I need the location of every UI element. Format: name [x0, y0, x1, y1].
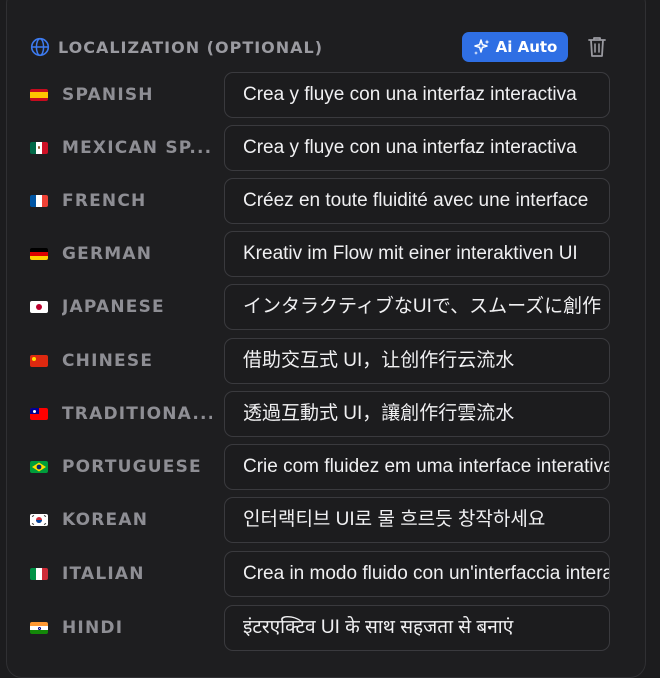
- language-label: GERMAN: [62, 244, 153, 264]
- localization-row-korean: KOREAN 인터랙티브 UI로 물 흐르듯 창작하세요: [0, 497, 660, 543]
- translation-input[interactable]: Crea y fluye con una interfaz interactiv…: [224, 125, 610, 171]
- language-label: JAPANESE: [62, 297, 165, 317]
- translation-input[interactable]: 借助交互式 UI，让创作行云流水: [224, 338, 610, 384]
- taiwan-flag-icon: [30, 408, 48, 420]
- localization-row-spanish: SPANISH Crea y fluye con una interfaz in…: [0, 72, 660, 118]
- germany-flag-icon: [30, 248, 48, 260]
- korea-flag-icon: [30, 514, 48, 526]
- localization-row-italian: ITALIAN Crea in modo fluido con un'inter…: [0, 551, 660, 597]
- translation-input[interactable]: Crea in modo fluido con un'interfaccia i…: [224, 551, 610, 597]
- translation-input[interactable]: 인터랙티브 UI로 물 흐르듯 창작하세요: [224, 497, 610, 543]
- localization-row-german: GERMAN Kreativ im Flow mit einer interak…: [0, 231, 660, 277]
- spain-flag-icon: [30, 89, 48, 101]
- china-flag-icon: [30, 355, 48, 367]
- italy-flag-icon: [30, 568, 48, 580]
- localization-row-chinese: CHINESE 借助交互式 UI，让创作行云流水: [0, 338, 660, 384]
- localization-row-traditional-chinese: TRADITIONA... 透過互動式 UI，讓創作行雲流水: [0, 391, 660, 437]
- trash-icon[interactable]: [585, 34, 609, 60]
- mexico-flag-icon: [30, 142, 48, 154]
- language-label: ITALIAN: [62, 564, 145, 584]
- language-label: PORTUGUESE: [62, 457, 202, 477]
- france-flag-icon: [30, 195, 48, 207]
- translation-input[interactable]: Kreativ im Flow mit einer interaktiven U…: [224, 231, 610, 277]
- localization-header: LOCALIZATION (OPTIONAL) Ai Auto: [30, 32, 610, 62]
- localization-row-mexican-spanish: MEXICAN SP... Crea y fluye con una inter…: [0, 125, 660, 171]
- translation-input[interactable]: इंटरएक्टिव UI के साथ सहजता से बनाएं: [224, 605, 610, 651]
- globe-icon: [30, 37, 50, 57]
- language-label: SPANISH: [62, 85, 154, 105]
- sparkles-icon: [473, 38, 496, 56]
- localization-row-french: FRENCH Créez en toute fluidité avec une …: [0, 178, 660, 224]
- localization-row-japanese: JAPANESE インタラクティブなUIで、スムーズに創作: [0, 284, 660, 330]
- language-label: FRENCH: [62, 191, 147, 211]
- language-label: MEXICAN SP...: [62, 138, 212, 158]
- localization-row-portuguese: PORTUGUESE Crie com fluidez em uma inter…: [0, 444, 660, 490]
- language-label: KOREAN: [62, 510, 149, 530]
- ai-auto-label: Ai Auto: [495, 38, 558, 56]
- brazil-flag-icon: [30, 461, 48, 473]
- translation-input[interactable]: インタラクティブなUIで、スムーズに創作: [224, 284, 610, 330]
- translation-input[interactable]: Crea y fluye con una interfaz interactiv…: [224, 72, 610, 118]
- localization-row-hindi: HINDI इंटरएक्टिव UI के साथ सहजता से बनाए…: [0, 605, 660, 651]
- india-flag-icon: [30, 622, 48, 634]
- japan-flag-icon: [30, 301, 48, 313]
- language-label: HINDI: [62, 618, 124, 638]
- translation-input[interactable]: 透過互動式 UI，讓創作行雲流水: [224, 391, 610, 437]
- section-title: LOCALIZATION (OPTIONAL): [58, 37, 324, 57]
- translation-input[interactable]: Créez en toute fluidité avec une interfa…: [224, 178, 610, 224]
- ai-auto-button[interactable]: Ai Auto: [462, 32, 568, 62]
- language-label: TRADITIONA...: [62, 404, 212, 424]
- translation-input[interactable]: Crie com fluidez em uma interface intera…: [224, 444, 610, 490]
- language-label: CHINESE: [62, 351, 154, 371]
